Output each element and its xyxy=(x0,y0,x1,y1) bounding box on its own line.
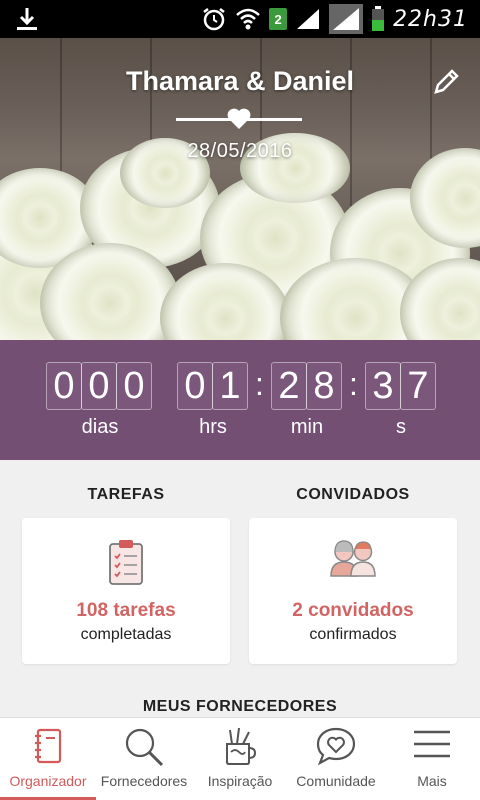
nav-fornecedores[interactable]: Fornecedores xyxy=(96,718,192,800)
hours-label: hrs xyxy=(199,416,227,438)
nav-label: Fornecedores xyxy=(100,773,188,789)
countdown-hours: 0 1 xyxy=(177,362,248,410)
signal-icon xyxy=(297,9,320,29)
tasks-title: TAREFAS xyxy=(87,486,165,503)
days-label: dias xyxy=(81,416,119,438)
digit: 1 xyxy=(212,362,248,410)
pencil-cup-icon xyxy=(226,727,257,765)
nav-label: Inspiração xyxy=(207,773,273,789)
digit: 3 xyxy=(365,362,401,410)
digit: 2 xyxy=(271,362,307,410)
digit: 7 xyxy=(400,362,436,410)
nav-comunidade[interactable]: Comunidade xyxy=(288,718,384,800)
tasks-card[interactable]: 108 tarefas completadas xyxy=(22,518,230,664)
nav-label: Organizador xyxy=(9,773,87,789)
colon: : xyxy=(255,366,264,402)
seconds-label: s xyxy=(396,416,406,438)
digit: 0 xyxy=(81,362,117,410)
countdown-seconds: 3 7 xyxy=(365,362,436,410)
wedding-date: 28/05/2016 xyxy=(187,140,293,162)
nav-organizador[interactable]: Organizador xyxy=(0,718,96,800)
guests-card[interactable]: 2 convidados confirmados xyxy=(249,518,457,664)
clipboard-checklist-icon xyxy=(109,540,143,585)
colon: : xyxy=(349,366,358,402)
nav-label: Comunidade xyxy=(296,773,376,789)
couple-names: Thamara & Daniel xyxy=(125,66,355,96)
bottom-nav: Organizador Fornecedores Inspiração Comu… xyxy=(0,717,480,800)
heart-icon xyxy=(227,108,251,129)
search-icon xyxy=(125,728,164,767)
digit: 0 xyxy=(177,362,213,410)
header-banner: Thamara & Daniel 28/05/2016 xyxy=(0,38,480,340)
clock: 22h31 xyxy=(393,6,468,32)
tasks-sub: completadas xyxy=(80,626,172,643)
countdown-minutes: 2 8 xyxy=(271,362,342,410)
signal-roaming-icon xyxy=(329,4,364,34)
minutes-label: min xyxy=(290,416,324,438)
alarm-icon xyxy=(203,8,225,31)
countdown-panel: 0 0 0 dias 0 1 hrs : 2 8 min : 3 7 s xyxy=(0,340,480,460)
digit: 0 xyxy=(116,362,152,410)
download-icon xyxy=(17,8,37,30)
digit: 8 xyxy=(306,362,342,410)
menu-icon xyxy=(414,730,450,758)
wifi-icon xyxy=(236,8,260,30)
notification-badge: 2 xyxy=(269,8,288,30)
vendors-title: MEUS FORNECEDORES xyxy=(142,698,338,715)
tasks-count: 108 tarefas xyxy=(76,600,176,621)
guests-title: CONVIDADOS xyxy=(296,486,410,503)
notebook-icon xyxy=(35,728,62,764)
guests-count: 2 convidados xyxy=(292,600,414,621)
couple-icon xyxy=(330,540,376,577)
digit: 0 xyxy=(46,362,82,410)
status-bar: 2 22h31 xyxy=(0,0,480,38)
nav-mais[interactable]: Mais xyxy=(384,718,480,800)
guests-sub: confirmados xyxy=(309,626,397,643)
nav-label: Mais xyxy=(417,773,447,789)
nav-inspiracao[interactable]: Inspiração xyxy=(192,718,288,800)
chat-heart-icon xyxy=(316,727,356,766)
battery-icon xyxy=(372,6,385,31)
countdown-days: 0 0 0 xyxy=(46,362,152,410)
edit-pencil-icon[interactable] xyxy=(432,68,460,96)
heart-divider xyxy=(176,108,302,132)
